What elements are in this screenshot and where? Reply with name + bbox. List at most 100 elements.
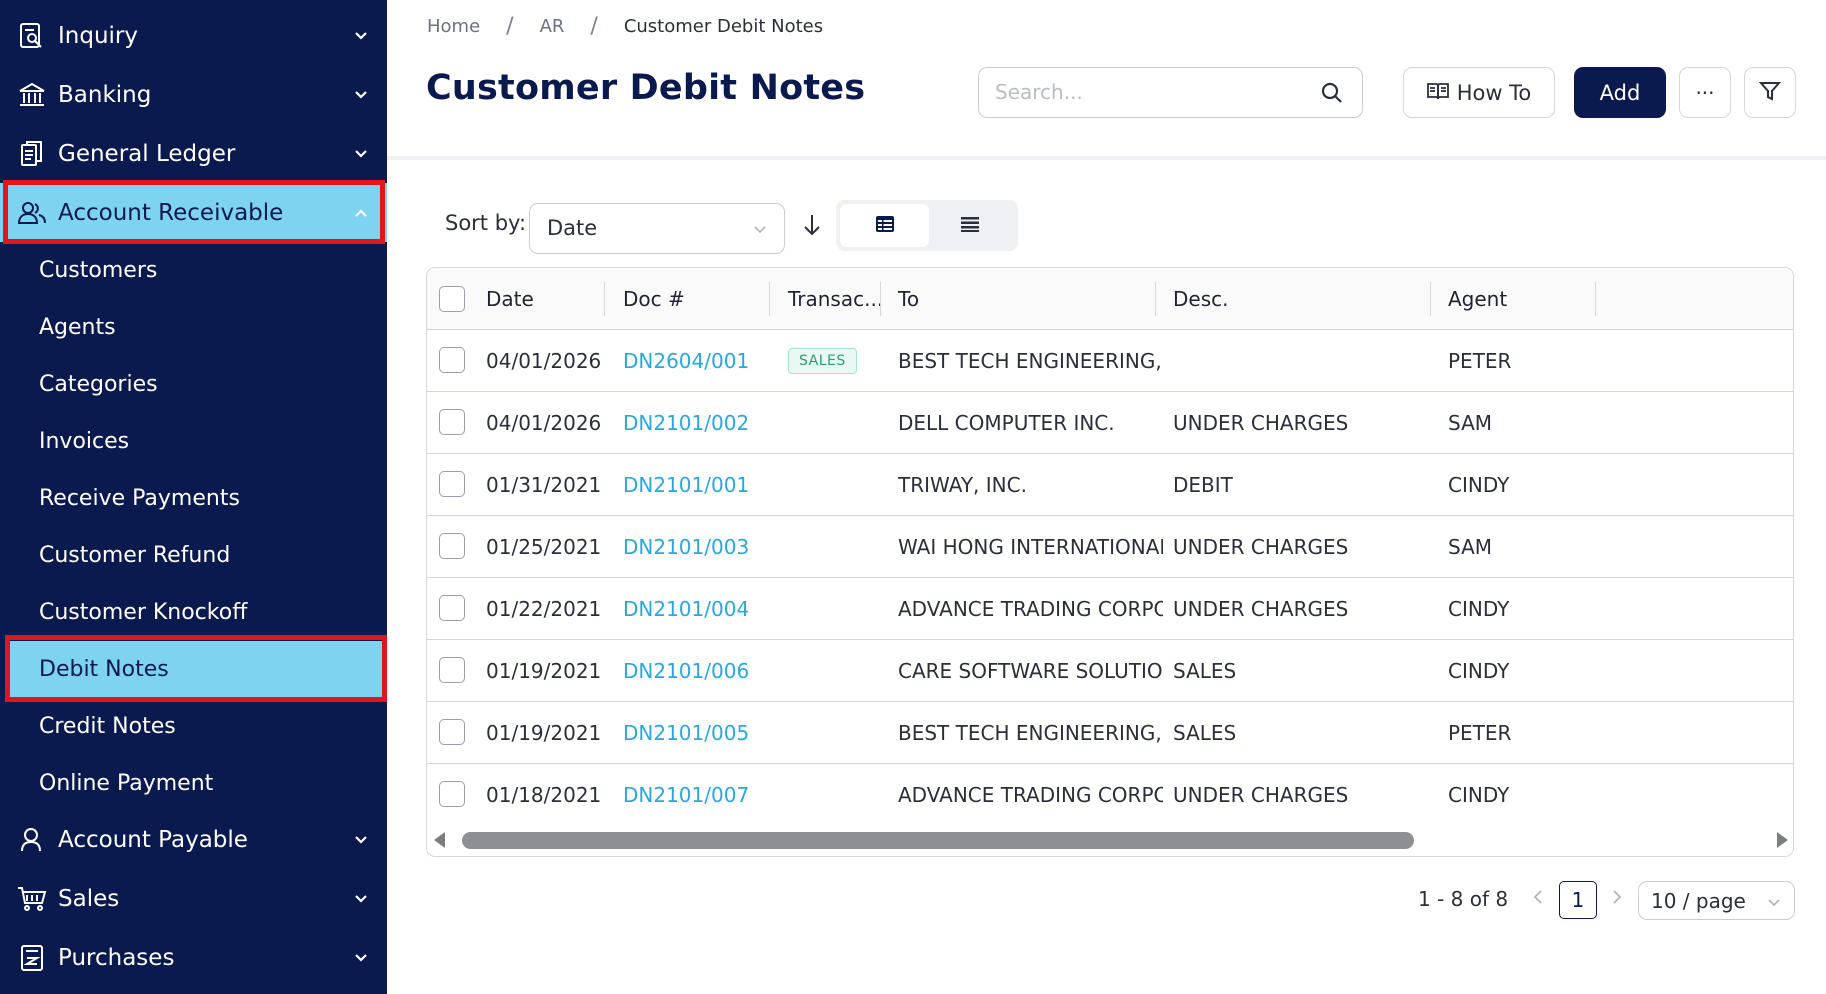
- cell-doc-link[interactable]: DN2101/003: [623, 516, 763, 577]
- filter-button[interactable]: [1744, 67, 1796, 118]
- sidebar-item-label: Invoices: [39, 429, 130, 454]
- chevron-down-icon: [351, 948, 371, 968]
- column-header-date[interactable]: Date: [427, 268, 605, 329]
- cell-date: 01/25/2021: [486, 534, 601, 559]
- sidebar-item-agents[interactable]: Agents: [0, 299, 387, 356]
- table-row[interactable]: 04/01/2026 DN2604/001 SALES BEST TECH EN…: [427, 330, 1793, 392]
- breadcrumb-current: Customer Debit Notes: [623, 16, 824, 37]
- sidebar-item-categories[interactable]: Categories: [0, 356, 387, 413]
- nav-group-sales[interactable]: Sales: [0, 869, 387, 928]
- table-row[interactable]: 01/18/2021 DN2101/007 ADVANCE TRADING CO…: [427, 764, 1793, 826]
- ellipsis-icon: ···: [1695, 80, 1715, 105]
- cell-doc-link[interactable]: DN2101/001: [623, 454, 763, 515]
- add-button[interactable]: Add: [1574, 67, 1666, 118]
- row-checkbox[interactable]: [439, 471, 465, 497]
- cell-doc-link[interactable]: DN2101/004: [623, 578, 763, 639]
- cell-to: WAI HONG INTERNATIONAL TRA: [898, 534, 1163, 559]
- cell-agent: SAM: [1448, 534, 1493, 559]
- nav-group-inquiry[interactable]: Inquiry: [0, 6, 387, 65]
- breadcrumb-ar[interactable]: AR: [540, 16, 565, 37]
- cell-doc-link[interactable]: DN2604/001: [623, 330, 763, 391]
- search-icon[interactable]: [1320, 81, 1344, 105]
- breadcrumb-separator: /: [506, 14, 514, 39]
- cell-date: 04/01/2026: [486, 348, 601, 373]
- cell-agent: PETER: [1448, 348, 1512, 373]
- cell-doc-link[interactable]: DN2101/002: [623, 392, 763, 453]
- column-header-transaction[interactable]: Transac...: [770, 268, 884, 329]
- cell-doc-link[interactable]: DN2101/006: [623, 640, 763, 701]
- sidebar-item-customers[interactable]: Customers: [0, 242, 387, 299]
- chevron-up-icon: [351, 203, 371, 223]
- nav-group-label: Purchases: [58, 944, 175, 971]
- page-size-select[interactable]: 10 / page: [1638, 881, 1795, 920]
- table-row[interactable]: 01/19/2021 DN2101/006 CARE SOFTWARE SOLU…: [427, 640, 1793, 702]
- row-checkbox[interactable]: [439, 657, 465, 683]
- purchase-doc-icon: [17, 943, 47, 973]
- cell-doc-link[interactable]: DN2101/007: [623, 764, 763, 825]
- cell-date: 01/31/2021: [486, 472, 601, 497]
- sidebar-item-receive-payments[interactable]: Receive Payments: [0, 470, 387, 527]
- nav-group-general-ledger[interactable]: General Ledger: [0, 124, 387, 183]
- sidebar-item-label: Online Payment: [39, 771, 214, 796]
- sort-select[interactable]: Date: [529, 203, 785, 254]
- sort-direction-button[interactable]: [797, 212, 827, 242]
- ledger-icon: [17, 139, 47, 169]
- breadcrumb-home[interactable]: Home: [427, 16, 480, 37]
- table-row[interactable]: 04/01/2026 DN2101/002 DELL COMPUTER INC.…: [427, 392, 1793, 454]
- how-to-button[interactable]: How To: [1403, 67, 1555, 118]
- nav-group-banking[interactable]: Banking: [0, 65, 387, 124]
- row-checkbox[interactable]: [439, 533, 465, 559]
- horizontal-scrollbar[interactable]: [427, 824, 1793, 854]
- users-icon: [17, 198, 47, 228]
- column-header-label: Date: [486, 286, 534, 311]
- chevron-down-icon: [1766, 894, 1782, 910]
- row-checkbox[interactable]: [439, 719, 465, 745]
- page-number-button[interactable]: 1: [1559, 881, 1597, 919]
- row-checkbox[interactable]: [439, 347, 465, 373]
- column-header-doc[interactable]: Doc #: [605, 268, 770, 329]
- sidebar-item-customer-knockoff[interactable]: Customer Knockoff: [0, 584, 387, 641]
- sidebar-item-label: Credit Notes: [39, 714, 176, 739]
- nav-group-label: Inquiry: [58, 22, 138, 49]
- column-header-to[interactable]: To: [881, 268, 1156, 329]
- cell-date: 01/19/2021: [486, 720, 601, 745]
- nav-group-account-receivable[interactable]: Account Receivable: [0, 183, 387, 242]
- next-page-button[interactable]: [1606, 887, 1628, 911]
- table-view-button[interactable]: [840, 204, 929, 247]
- list-view-button[interactable]: [925, 204, 1014, 247]
- nav-group-account-payable[interactable]: Account Payable: [0, 810, 387, 869]
- table-row[interactable]: 01/25/2021 DN2101/003 WAI HONG INTERNATI…: [427, 516, 1793, 578]
- cell-agent: CINDY: [1448, 658, 1510, 683]
- cell-doc-link[interactable]: DN2101/005: [623, 702, 763, 763]
- scroll-left-arrow-icon[interactable]: [434, 832, 445, 848]
- table-row[interactable]: 01/22/2021 DN2101/004 ADVANCE TRADING CO…: [427, 578, 1793, 640]
- row-checkbox[interactable]: [439, 781, 465, 807]
- table-row[interactable]: 01/19/2021 DN2101/005 BEST TECH ENGINEER…: [427, 702, 1793, 764]
- sidebar-item-debit-notes[interactable]: Debit Notes: [0, 641, 387, 698]
- column-header-agent[interactable]: Agent: [1431, 268, 1596, 329]
- cell-date: 04/01/2026: [486, 410, 601, 435]
- cell-desc: SALES: [1173, 720, 1237, 745]
- table-row[interactable]: 01/31/2021 DN2101/001 TRIWAY, INC. DEBIT…: [427, 454, 1793, 516]
- sidebar-item-invoices[interactable]: Invoices: [0, 413, 387, 470]
- prev-page-button[interactable]: [1527, 887, 1549, 911]
- view-toggle: [836, 200, 1018, 251]
- sidebar-item-online-payment[interactable]: Online Payment: [0, 755, 387, 812]
- more-options-button[interactable]: ···: [1679, 67, 1731, 118]
- cell-desc: UNDER CHARGES: [1173, 534, 1349, 559]
- scrollbar-thumb[interactable]: [462, 832, 1414, 849]
- column-header-label: Transac...: [788, 286, 884, 311]
- nav-group-label: General Ledger: [58, 140, 236, 167]
- scroll-right-arrow-icon[interactable]: [1777, 832, 1788, 848]
- sidebar-item-label: Debit Notes: [39, 657, 169, 682]
- column-header-desc[interactable]: Desc.: [1156, 268, 1431, 329]
- cell-date: 01/18/2021: [486, 782, 601, 807]
- sidebar-item-credit-notes[interactable]: Credit Notes: [0, 698, 387, 755]
- search-input[interactable]: [995, 68, 1295, 116]
- sidebar-item-customer-refund[interactable]: Customer Refund: [0, 527, 387, 584]
- row-checkbox[interactable]: [439, 409, 465, 435]
- chevron-down-icon: [351, 830, 371, 850]
- sort-select-value: Date: [547, 216, 598, 240]
- nav-group-purchases[interactable]: Purchases: [0, 928, 387, 987]
- row-checkbox[interactable]: [439, 595, 465, 621]
